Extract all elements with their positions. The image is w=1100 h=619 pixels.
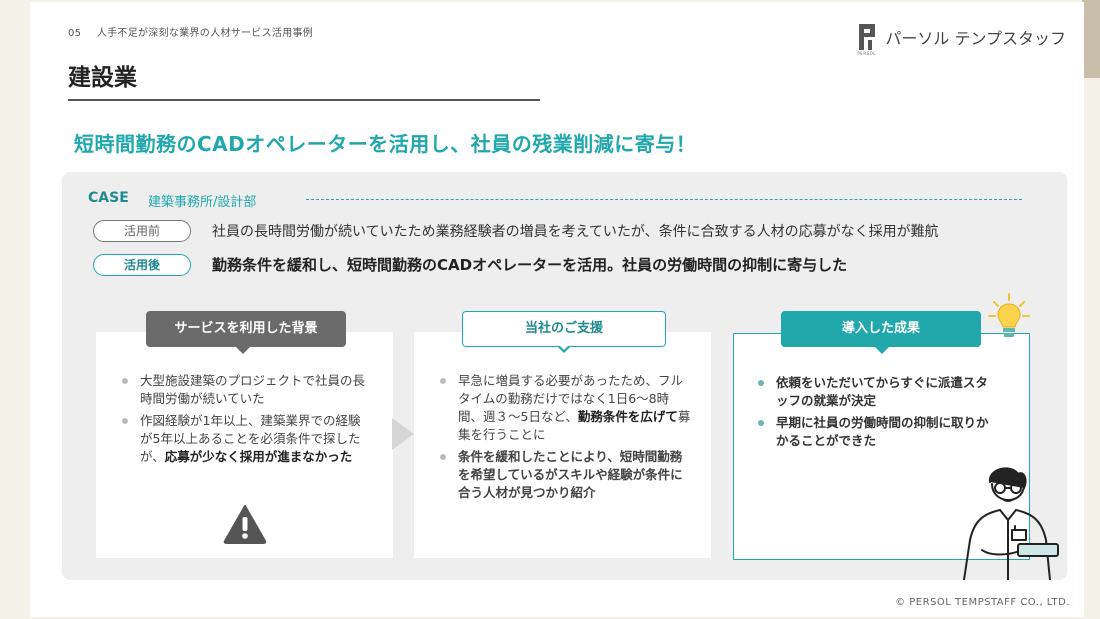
list-item: 早期に社員の労働時間の抑制に取りかかることができた (754, 414, 994, 450)
window-edge (1082, 0, 1100, 78)
list-item-text: 依頼をいただいてからすぐに派遣スタッフの就業が決定 (776, 375, 988, 408)
logo-sub: PERSOL (857, 51, 877, 56)
list-item-emphasis: 勤務条件を広げて (577, 409, 678, 424)
dashed-divider (306, 199, 1022, 200)
persol-logo-icon: PERSOL (857, 24, 877, 56)
result-list: 依頼をいただいてからすぐに派遣スタッフの就業が決定 早期に社員の労働時間の抑制に… (754, 374, 994, 454)
slide: 05 人手不足が深刻な業界の人材サービス活用事例 PERSOL パーソル テンプ… (30, 2, 1084, 617)
list-item-text: 大型施設建築のプロジェクトで社員の長時間労働が続いていた (140, 373, 366, 406)
list-item: 依頼をいただいてからすぐに派遣スタッフの就業が決定 (754, 374, 994, 410)
lightbulb-icon (988, 293, 1030, 337)
list-item-text: 条件を緩和したことにより、短時間勤務を希望しているがスキルや経験が条件に合う人材… (458, 449, 683, 500)
callout-pointer (875, 347, 889, 354)
arrow-right-icon (392, 418, 414, 450)
page-number: 05 (68, 28, 82, 39)
section-header: 05 人手不足が深刻な業界の人材サービス活用事例 (68, 24, 313, 39)
list-item-text: 早期に社員の労働時間の抑制に取りかかることができた (776, 415, 989, 448)
list-item: 大型施設建築のプロジェクトで社員の長時間労働が続いていた (118, 372, 368, 408)
after-badge: 活用後 (93, 254, 191, 276)
case-panel: CASE 建築事務所/設計部 活用前 社員の長時間労働が続いていたため業務経験者… (62, 172, 1067, 580)
brand-logo: PERSOL パーソル テンプスタッフ (857, 24, 1066, 56)
background-list: 大型施設建築のプロジェクトで社員の長時間労働が続いていた 作図経験が1年以上、建… (118, 372, 368, 470)
result-card-title: 導入した成果 (781, 311, 981, 347)
list-item-emphasis: 応募が少なく採用が進まなかった (164, 449, 353, 464)
before-text: 社員の長時間労働が続いていたため業務経験者の増員を考えていたが、条件に合致する人… (212, 224, 939, 240)
list-item: 早急に増員する必要があったため、フルタイムの勤務だけではなく1日6～8時間、週３… (436, 372, 692, 444)
list-item: 作図経験が1年以上、建築業界での経験が5年以上あることを必須条件で探したが、応募… (118, 412, 368, 466)
headline: 短時間勤務のCADオペレーターを活用し、社員の残業削減に寄与！ (74, 132, 697, 156)
callout-pointer-inner (559, 345, 569, 350)
page-title: 建設業 (68, 65, 137, 91)
case-department: 建築事務所/設計部 (148, 195, 257, 210)
copyright: © PERSOL TEMPSTAFF CO., LTD. (895, 597, 1070, 608)
after-text: 勤務条件を緩和し、短時間勤務のCADオペレーターを活用。社員の労働時間の抑制に寄… (212, 256, 848, 274)
before-badge: 活用前 (93, 220, 191, 242)
person-illustration (963, 467, 1059, 580)
warning-icon (223, 505, 267, 544)
support-list: 早急に増員する必要があったため、フルタイムの勤務だけではなく1日6～8時間、週３… (436, 372, 692, 506)
callout-pointer (236, 347, 250, 354)
title-underline (68, 99, 540, 101)
section-title: 人手不足が深刻な業界の人材サービス活用事例 (96, 28, 314, 39)
support-card-title: 当社のご支援 (462, 311, 666, 347)
background-card-title: サービスを利用した背景 (146, 311, 346, 347)
list-item: 条件を緩和したことにより、短時間勤務を希望しているがスキルや経験が条件に合う人材… (436, 448, 692, 502)
brand-name: パーソル テンプスタッフ (885, 29, 1066, 48)
case-label: CASE (88, 190, 129, 206)
